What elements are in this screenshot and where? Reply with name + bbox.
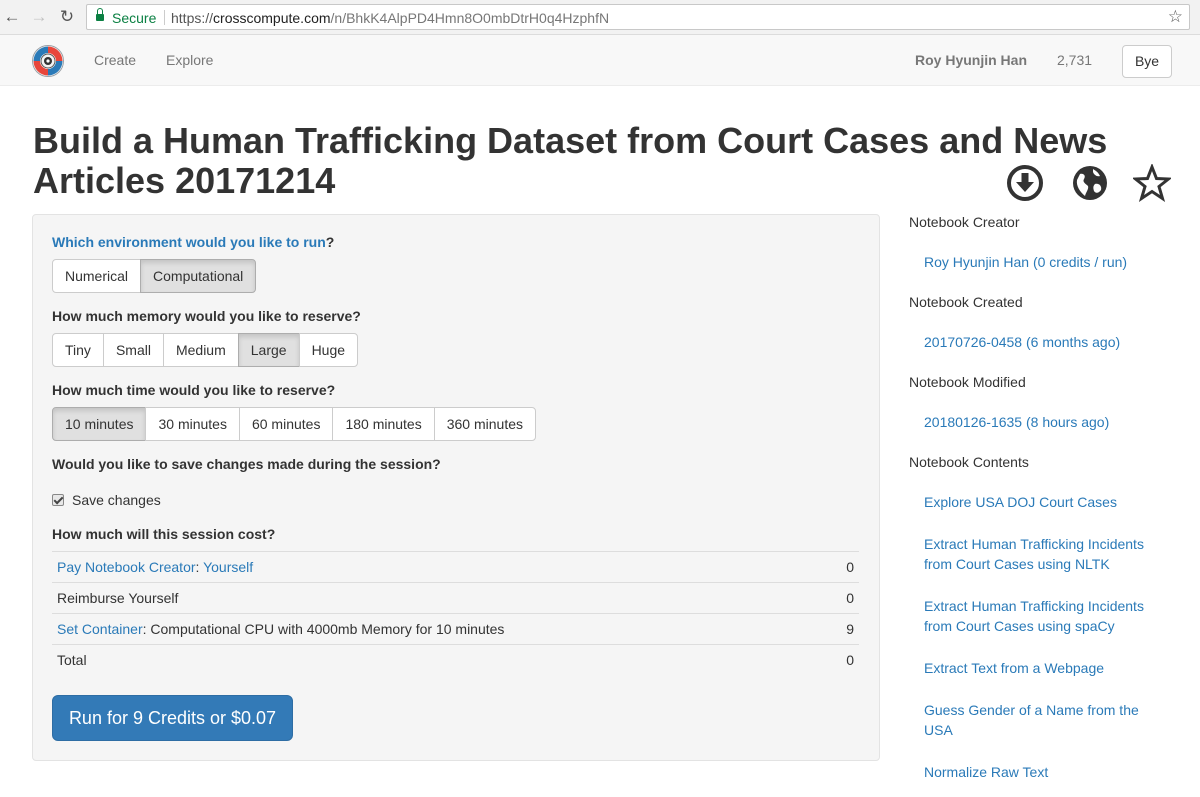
secure-label: Secure [112,10,157,26]
contents-item[interactable]: Extract Text from a Webpage [924,658,1164,678]
memory-option-tiny[interactable]: Tiny [52,333,104,367]
memory-option-huge[interactable]: Huge [298,333,359,367]
set-container-link[interactable]: Set Container [57,621,143,637]
crosscompute-logo-icon[interactable] [32,45,64,77]
cost-row-amount: 9 [846,621,854,637]
notebook-contents-heading: Notebook Contents [909,454,1029,470]
browser-toolbar: ← → ↻ Secure https://crosscompute.com/n/… [0,0,1200,35]
cost-total-label: Total [57,652,87,668]
user-name-link[interactable]: Roy Hyunjin Han [915,52,1027,68]
url-text[interactable]: https://crosscompute.com/n/BhkK4AlpPD4Hm… [171,10,609,26]
memory-option-medium[interactable]: Medium [162,333,239,367]
memory-option-small[interactable]: Small [102,333,164,367]
memory-question: How much memory would you like to reserv… [52,308,361,324]
save-changes-label[interactable]: Save changes [72,492,161,508]
time-question: How much time would you like to reserve? [52,382,336,398]
forward-icon[interactable]: → [29,7,49,27]
nav-explore-link[interactable]: Explore [166,52,213,68]
environment-option-computational[interactable]: Computational [140,259,257,293]
cost-row-description: Set Container: Computational CPU with 40… [57,614,504,644]
environment-question: Which environment would you like to run? [52,234,334,250]
address-bar[interactable]: Secure https://crosscompute.com/n/BhkK4A… [86,4,1190,30]
table-row: Set Container: Computational CPU with 40… [52,613,859,644]
environment-question-link[interactable]: Which environment would you like to run [52,234,326,250]
time-option-360-minutes[interactable]: 360 minutes [433,407,537,441]
table-row: Pay Notebook Creator: Yourself 0 [52,551,859,582]
url-domain: crosscompute.com [213,10,331,26]
bookmark-star-icon[interactable]: ☆ [1168,7,1183,27]
table-row: Total 0 [52,644,859,675]
site-navbar: Create Explore Roy Hyunjin Han 2,731 Bye [0,35,1200,86]
reload-icon[interactable]: ↻ [57,7,77,27]
cost-row-separator: : [195,559,204,575]
yourself-link[interactable]: Yourself [203,559,253,575]
environment-button-group: Numerical Computational [52,259,257,293]
save-changes-row: Save changes [52,491,161,509]
pay-notebook-creator-link[interactable]: Pay Notebook Creator [57,559,196,575]
credit-balance[interactable]: 2,731 [1057,52,1092,68]
contents-item[interactable]: Extract Human Trafficking Incidents from… [924,596,1164,636]
notebook-modified-heading: Notebook Modified [909,374,1026,390]
nav-create-link[interactable]: Create [94,52,136,68]
time-button-group: 10 minutes 30 minutes 60 minutes 180 min… [52,407,537,441]
cost-row-description: Reimburse Yourself [57,590,179,606]
time-option-180-minutes[interactable]: 180 minutes [332,407,435,441]
back-icon[interactable]: ← [2,7,22,27]
notebook-creator-heading: Notebook Creator [909,214,1020,230]
time-option-10-minutes[interactable]: 10 minutes [52,407,147,441]
memory-button-group: Tiny Small Medium Large Huge [52,333,359,367]
cost-total-amount: 0 [846,652,854,668]
contents-item[interactable]: Normalize Raw Text [924,762,1164,782]
bye-button[interactable]: Bye [1122,45,1172,78]
table-row: Reimburse Yourself 0 [52,582,859,613]
cost-question: How much will this session cost? [52,526,276,542]
save-changes-checkbox[interactable] [52,494,64,506]
memory-option-large[interactable]: Large [237,333,300,367]
lock-icon [96,8,104,22]
url-scheme: https:// [171,10,214,26]
address-divider [164,10,165,25]
globe-icon[interactable] [1071,164,1109,202]
time-option-60-minutes[interactable]: 60 minutes [238,407,334,441]
run-button[interactable]: Run for 9 Credits or $0.07 [52,695,293,741]
notebook-creator-link[interactable]: Roy Hyunjin Han (0 credits / run) [924,252,1164,272]
notebook-modified-link[interactable]: 20180126-1635 (8 hours ago) [924,412,1164,432]
cost-table: Pay Notebook Creator: Yourself 0 Reimbur… [52,551,859,675]
environment-question-suffix: ? [325,234,335,250]
url-path: /n/BhkK4AlpPD4Hmn8O0mbDtrH0q4HzphfN [330,10,610,26]
time-option-30-minutes[interactable]: 30 minutes [145,407,240,441]
cost-row-amount: 0 [846,559,854,575]
contents-item[interactable]: Explore USA DOJ Court Cases [924,492,1164,512]
session-settings-panel [32,214,880,761]
contents-item[interactable]: Extract Human Trafficking Incidents from… [924,534,1164,574]
cost-row-amount: 0 [846,590,854,606]
download-icon[interactable] [1006,164,1044,202]
notebook-created-link[interactable]: 20170726-0458 (6 months ago) [924,332,1164,352]
star-icon[interactable] [1133,164,1171,202]
contents-item[interactable]: Guess Gender of a Name from the USA [924,700,1164,740]
container-details: : Computational CPU with 4000mb Memory f… [142,621,505,637]
notebook-created-heading: Notebook Created [909,294,1023,310]
environment-option-numerical[interactable]: Numerical [52,259,142,293]
cost-row-description: Pay Notebook Creator: Yourself [57,552,253,582]
save-question: Would you like to save changes made duri… [52,456,441,472]
page-title: Build a Human Trafficking Dataset from C… [33,120,1108,201]
